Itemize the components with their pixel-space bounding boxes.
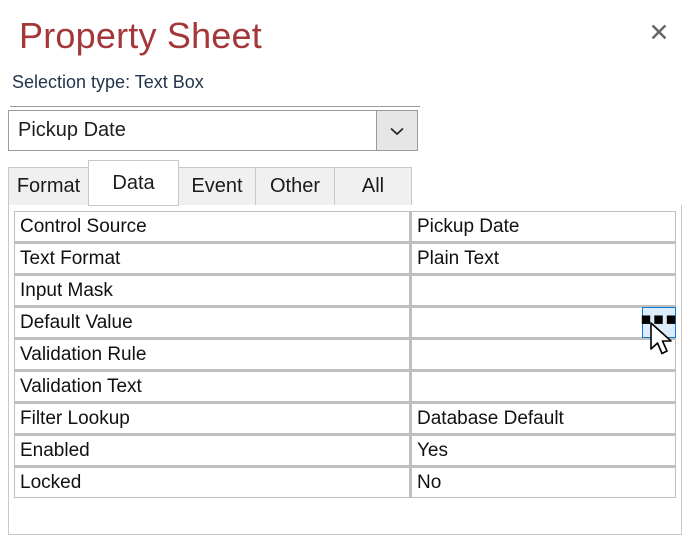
tab-label: Format	[16, 175, 81, 197]
properties-panel: Control Source Pickup Date Text Format Plai…	[8, 205, 682, 535]
property-name-cell: Control Source	[15, 212, 409, 241]
tab-label: Data	[112, 171, 155, 194]
property-name-cell: Filter Lookup	[15, 404, 409, 433]
property-value-cell[interactable]: Pickup Date	[412, 212, 675, 241]
property-row[interactable]: Control Source Pickup Date	[15, 212, 675, 241]
tab-other[interactable]: Other	[255, 167, 335, 206]
property-name-cell: Enabled	[15, 436, 409, 465]
property-name-cell: Locked	[15, 468, 409, 497]
property-row[interactable]: Locked No	[15, 468, 675, 497]
tab-label: All	[361, 175, 385, 197]
property-value-cell[interactable]: ▪▪▪	[412, 307, 678, 338]
object-selector-combobox[interactable]: Pickup Date	[8, 110, 418, 151]
close-icon: ✕	[648, 17, 670, 47]
chevron-down-icon[interactable]	[376, 111, 417, 150]
tab-data[interactable]: Data	[88, 160, 179, 206]
property-value-cell[interactable]: No	[412, 468, 675, 497]
tab-label: Event	[191, 175, 243, 197]
header-divider	[10, 106, 420, 107]
property-row[interactable]: Filter Lookup Database Default	[15, 404, 675, 433]
property-value-cell[interactable]	[412, 372, 675, 401]
page-title: Property Sheet	[19, 15, 262, 56]
property-value-text: Pickup Date	[417, 215, 520, 237]
property-row[interactable]: Default Value ▪▪▪	[15, 307, 678, 338]
property-value-text: Yes	[417, 439, 448, 461]
property-value-text: Database Default	[417, 407, 564, 429]
property-row[interactable]: Enabled Yes	[15, 436, 675, 465]
tab-all[interactable]: All	[334, 167, 412, 206]
property-name-cell: Default Value	[15, 308, 409, 337]
property-value-cell[interactable]	[412, 340, 675, 369]
tab-event[interactable]: Event	[178, 167, 256, 206]
property-row[interactable]: Input Mask	[15, 276, 675, 305]
object-selector-value: Pickup Date	[18, 119, 126, 141]
property-value-cell[interactable]	[412, 276, 675, 305]
property-value-cell[interactable]: Database Default	[412, 404, 675, 433]
property-name-cell: Text Format	[15, 244, 409, 273]
tab-format[interactable]: Format	[8, 167, 89, 206]
tab-label: Other	[269, 175, 321, 197]
close-button[interactable]: ✕	[640, 14, 678, 50]
property-value-text: No	[417, 471, 442, 493]
property-value-text: Plain Text	[417, 247, 500, 269]
property-value-cell[interactable]: Plain Text	[412, 244, 675, 273]
expression-builder-button[interactable]: ▪▪▪	[640, 307, 678, 338]
property-row[interactable]: Validation Text	[15, 372, 675, 401]
property-row[interactable]: Text Format Plain Text	[15, 244, 675, 273]
properties-grid: Control Source Pickup Date Text Format Plai…	[14, 211, 678, 498]
property-sheet-header: Property Sheet ✕ Selection type: Text Bo…	[0, 0, 688, 107]
property-tabs: Format Data Event Other All	[8, 160, 420, 206]
property-name-cell: Validation Rule	[15, 340, 409, 369]
property-name-cell: Validation Text	[15, 372, 409, 401]
property-row[interactable]: Validation Rule	[15, 340, 675, 369]
selection-type-label: Selection type: Text Box	[12, 72, 204, 92]
property-value-cell[interactable]: Yes	[412, 436, 675, 465]
property-name-cell: Input Mask	[15, 276, 409, 305]
ellipsis-icon: ▪▪▪	[640, 308, 678, 329]
